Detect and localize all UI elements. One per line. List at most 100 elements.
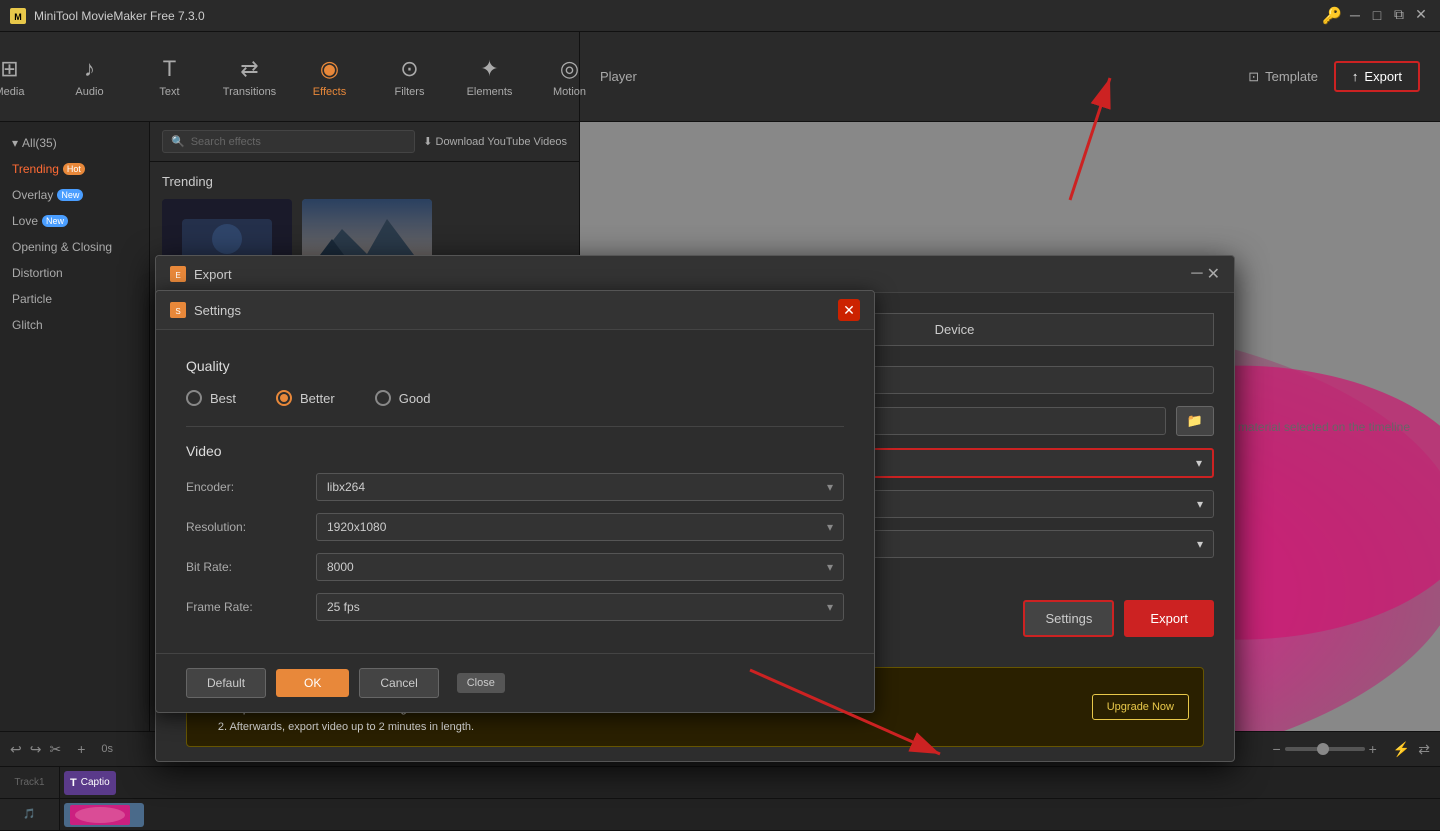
caption-clip[interactable]: T Captio bbox=[64, 771, 116, 795]
maximize-button[interactable]: □ bbox=[1368, 6, 1386, 24]
framerate-chevron-icon: ▾ bbox=[1197, 537, 1203, 551]
resolution-select-s[interactable]: 1920x1080 ▾ bbox=[316, 513, 844, 541]
caption-T-icon: T bbox=[70, 777, 77, 789]
toolbar-audio[interactable]: ♪ Audio bbox=[50, 32, 130, 122]
svg-text:M: M bbox=[14, 12, 22, 22]
toolbar-transitions[interactable]: ⇄ Transitions bbox=[210, 32, 290, 122]
overlay-new-badge: New bbox=[57, 189, 83, 201]
toolbar-elements[interactable]: ✦ Elements bbox=[450, 32, 530, 122]
media-icon: ⊞ bbox=[0, 56, 18, 82]
sidebar-overlay-label: Overlay bbox=[12, 188, 53, 202]
cancel-button[interactable]: Cancel bbox=[359, 668, 438, 698]
quality-best-radio[interactable] bbox=[186, 390, 202, 406]
caption-label: Captio bbox=[81, 777, 110, 788]
track1-label: Track1 bbox=[0, 767, 59, 799]
sidebar-item-overlay[interactable]: Overlay New bbox=[0, 182, 149, 208]
sidebar-item-love[interactable]: Love New bbox=[0, 208, 149, 234]
elements-label: Elements bbox=[467, 86, 513, 98]
export-button[interactable]: ↑ Export bbox=[1334, 61, 1420, 92]
cut-button[interactable]: ✂ bbox=[49, 741, 61, 758]
quality-radio-group: Best Better Good bbox=[186, 390, 844, 406]
framerate-value-s: 25 fps bbox=[327, 600, 360, 614]
app-title: MiniTool MovieMaker Free 7.3.0 bbox=[34, 9, 1314, 23]
settings-footer: Default OK Cancel Close bbox=[156, 653, 874, 712]
split-button[interactable]: ⚡ bbox=[1393, 741, 1410, 758]
sidebar-love-label: Love bbox=[12, 214, 38, 228]
default-button[interactable]: Default bbox=[186, 668, 266, 698]
love-new-badge: New bbox=[42, 215, 68, 227]
track-row-1: T Captio bbox=[60, 767, 1440, 799]
restore-button[interactable]: ⧉ bbox=[1390, 6, 1408, 24]
export-action-button[interactable]: Export bbox=[1124, 600, 1214, 637]
bitrate-select[interactable]: 8000 ▾ bbox=[316, 553, 844, 581]
format-chevron-icon: ▾ bbox=[1196, 456, 1202, 470]
toolbar-text[interactable]: T Text bbox=[130, 32, 210, 122]
undo-button[interactable]: ↩ bbox=[10, 741, 22, 758]
encoder-select[interactable]: libx264 ▾ bbox=[316, 473, 844, 501]
browse-button[interactable]: 📁 bbox=[1176, 406, 1214, 436]
ok-button[interactable]: OK bbox=[276, 669, 349, 697]
key-icon: 🔑 bbox=[1322, 6, 1342, 26]
sidebar-item-particle[interactable]: Particle bbox=[0, 286, 149, 312]
quality-better[interactable]: Better bbox=[276, 390, 335, 406]
zoom-control: − + bbox=[1272, 741, 1376, 757]
quality-good[interactable]: Good bbox=[375, 390, 431, 406]
toolbar-media[interactable]: ⊞ Media bbox=[0, 32, 50, 122]
filters-icon: ⊙ bbox=[400, 56, 418, 82]
export-minimize-button[interactable]: ─ bbox=[1191, 264, 1202, 284]
export-dialog-titlebar: E Export ─ ✕ bbox=[156, 256, 1234, 293]
audio-icon: ♪ bbox=[84, 56, 95, 82]
zoom-slider-thumb bbox=[1317, 743, 1329, 755]
search-box[interactable]: 🔍 Search effects bbox=[162, 130, 415, 153]
effects-toolbar: 🔍 Search effects ⬇ Download YouTube Vide… bbox=[150, 122, 579, 162]
timeline-tracks: Track1 🎵 T Captio bbox=[0, 767, 1440, 831]
sidebar-item-glitch[interactable]: Glitch bbox=[0, 312, 149, 338]
sidebar-all[interactable]: ▾ All(35) bbox=[0, 130, 149, 156]
resolution-chevron-icon-s: ▾ bbox=[827, 520, 833, 534]
sidebar-distortion-label: Distortion bbox=[12, 266, 63, 280]
redo-button[interactable]: ↪ bbox=[30, 741, 42, 758]
quality-title: Quality bbox=[186, 358, 844, 374]
framerate-chevron-icon-s: ▾ bbox=[827, 600, 833, 614]
settings-dialog: S Settings ✕ Quality Best Better Good bbox=[155, 290, 875, 713]
template-icon: ⊡ bbox=[1248, 69, 1259, 85]
template-button[interactable]: ⊡ Template bbox=[1248, 69, 1318, 85]
settings-button[interactable]: Settings bbox=[1023, 600, 1114, 637]
track-labels: Track1 🎵 bbox=[0, 767, 60, 831]
no-material-msg: No material selected on the timeline bbox=[1219, 420, 1410, 434]
zoom-slider[interactable] bbox=[1285, 747, 1365, 751]
quality-best[interactable]: Best bbox=[186, 390, 236, 406]
sidebar-item-opening[interactable]: Opening & Closing bbox=[0, 234, 149, 260]
encoder-label: Encoder: bbox=[186, 480, 306, 494]
bitrate-value: 8000 bbox=[327, 560, 354, 574]
close-tooltip: Close bbox=[457, 673, 505, 693]
media-label: Media bbox=[0, 86, 24, 98]
add-track-button[interactable]: + bbox=[77, 741, 85, 757]
zoom-out-button[interactable]: − bbox=[1272, 741, 1280, 757]
settings-divider bbox=[186, 426, 844, 427]
sidebar-all-label: All(35) bbox=[22, 136, 57, 150]
toolbar-effects[interactable]: ◉ Effects bbox=[290, 32, 370, 122]
close-button[interactable]: ✕ bbox=[1412, 6, 1430, 24]
quality-good-radio[interactable] bbox=[375, 390, 391, 406]
sidebar-arrow-icon: ▾ bbox=[12, 136, 18, 150]
sidebar-item-trending[interactable]: Trending Hot bbox=[0, 156, 149, 182]
search-placeholder: Search effects bbox=[191, 136, 261, 148]
toolbar-section: ⊞ Media ♪ Audio T Text ⇄ Transitions ◉ E… bbox=[0, 32, 580, 122]
zoom-in-button[interactable]: + bbox=[1369, 741, 1377, 757]
sidebar-item-distortion[interactable]: Distortion bbox=[0, 260, 149, 286]
export-close-button[interactable]: ✕ bbox=[1207, 264, 1220, 284]
settings-close-button[interactable]: ✕ bbox=[838, 299, 860, 321]
framerate-select-s[interactable]: 25 fps ▾ bbox=[316, 593, 844, 621]
effects-label: Effects bbox=[313, 86, 346, 98]
template-label: Template bbox=[1265, 69, 1318, 84]
quality-better-radio[interactable] bbox=[276, 390, 292, 406]
trending-hot-badge: Hot bbox=[63, 163, 85, 175]
minimize-button[interactable]: ─ bbox=[1346, 6, 1364, 24]
video-clip[interactable] bbox=[64, 803, 144, 827]
flip-button[interactable]: ⇄ bbox=[1418, 741, 1430, 758]
transitions-icon: ⇄ bbox=[240, 56, 258, 82]
toolbar-filters[interactable]: ⊙ Filters bbox=[370, 32, 450, 122]
upgrade-button[interactable]: Upgrade Now bbox=[1092, 694, 1189, 720]
download-youtube-button[interactable]: ⬇ Download YouTube Videos bbox=[423, 135, 567, 148]
